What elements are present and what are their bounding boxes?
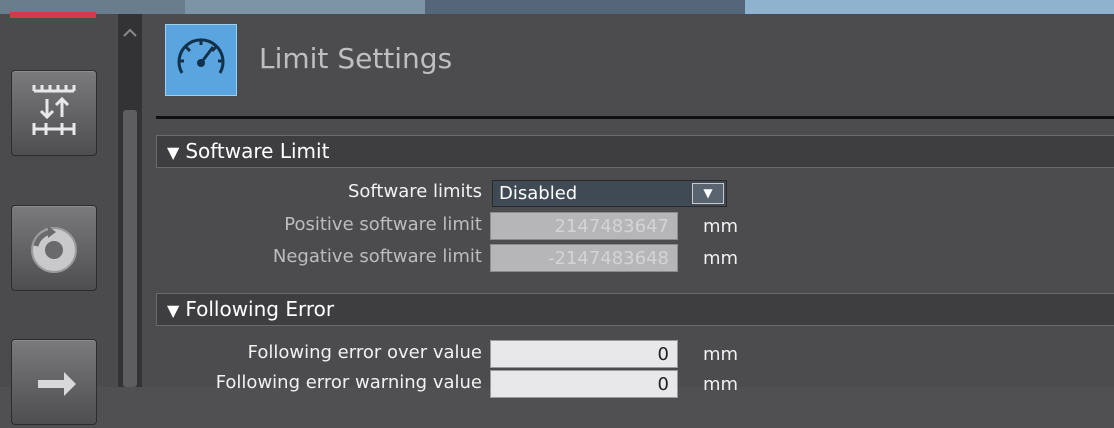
scroll-up-icon[interactable] bbox=[120, 22, 140, 44]
following-error-warning-input[interactable]: 0 bbox=[490, 370, 678, 398]
top-bar-segment bbox=[745, 0, 1114, 14]
axis-scale-button[interactable] bbox=[11, 70, 97, 156]
software-limits-label: Software limits bbox=[347, 181, 482, 202]
collapse-triangle-icon: ▼ bbox=[167, 301, 180, 320]
negative-limit-label: Negative software limit bbox=[272, 246, 482, 267]
speedometer-icon bbox=[177, 38, 225, 74]
left-toolbar bbox=[0, 12, 118, 425]
header-divider bbox=[156, 116, 1114, 119]
following-error-over-label: Following error over value bbox=[247, 342, 482, 363]
software-limit-section-header[interactable]: ▼ Software Limit bbox=[156, 135, 1114, 168]
negative-limit-field: -2147483648 bbox=[490, 244, 678, 272]
positive-limit-label: Positive software limit bbox=[284, 214, 482, 235]
active-indicator bbox=[10, 12, 96, 18]
homing-cycle-icon bbox=[31, 226, 77, 273]
vertical-scrollbar[interactable] bbox=[118, 14, 142, 387]
negative-limit-unit: mm bbox=[703, 248, 739, 269]
following-error-over-input[interactable]: 0 bbox=[490, 340, 678, 368]
collapse-triangle-icon: ▼ bbox=[167, 143, 180, 162]
positive-limit-field: 2147483647 bbox=[490, 212, 678, 240]
transfer-button[interactable] bbox=[11, 339, 97, 425]
top-bar-segment bbox=[185, 0, 425, 14]
transfer-arrows-icon bbox=[38, 372, 76, 396]
page-title: Limit Settings bbox=[259, 42, 453, 75]
homing-button[interactable] bbox=[11, 205, 97, 291]
top-bar-segment bbox=[425, 0, 745, 14]
dropdown-arrow-icon[interactable]: ▼ bbox=[692, 183, 724, 204]
following-error-over-unit: mm bbox=[703, 344, 739, 365]
section-title: Software Limit bbox=[185, 139, 330, 163]
software-limits-value: Disabled bbox=[499, 183, 578, 204]
section-title: Following Error bbox=[185, 297, 335, 321]
window-top-bar bbox=[0, 0, 1114, 14]
positive-limit-unit: mm bbox=[703, 216, 739, 237]
software-limits-select[interactable]: Disabled ▼ bbox=[492, 180, 727, 207]
header-icon-box bbox=[165, 24, 237, 96]
following-error-warning-label: Following error warning value bbox=[215, 372, 482, 393]
following-error-section-header[interactable]: ▼ Following Error bbox=[156, 293, 1114, 326]
scrollbar-thumb[interactable] bbox=[123, 110, 137, 387]
following-error-warning-unit: mm bbox=[703, 374, 739, 395]
settings-panel: Limit Settings ▼ Software Limit Software … bbox=[142, 14, 1114, 398]
axis-scale-icon bbox=[32, 85, 76, 135]
